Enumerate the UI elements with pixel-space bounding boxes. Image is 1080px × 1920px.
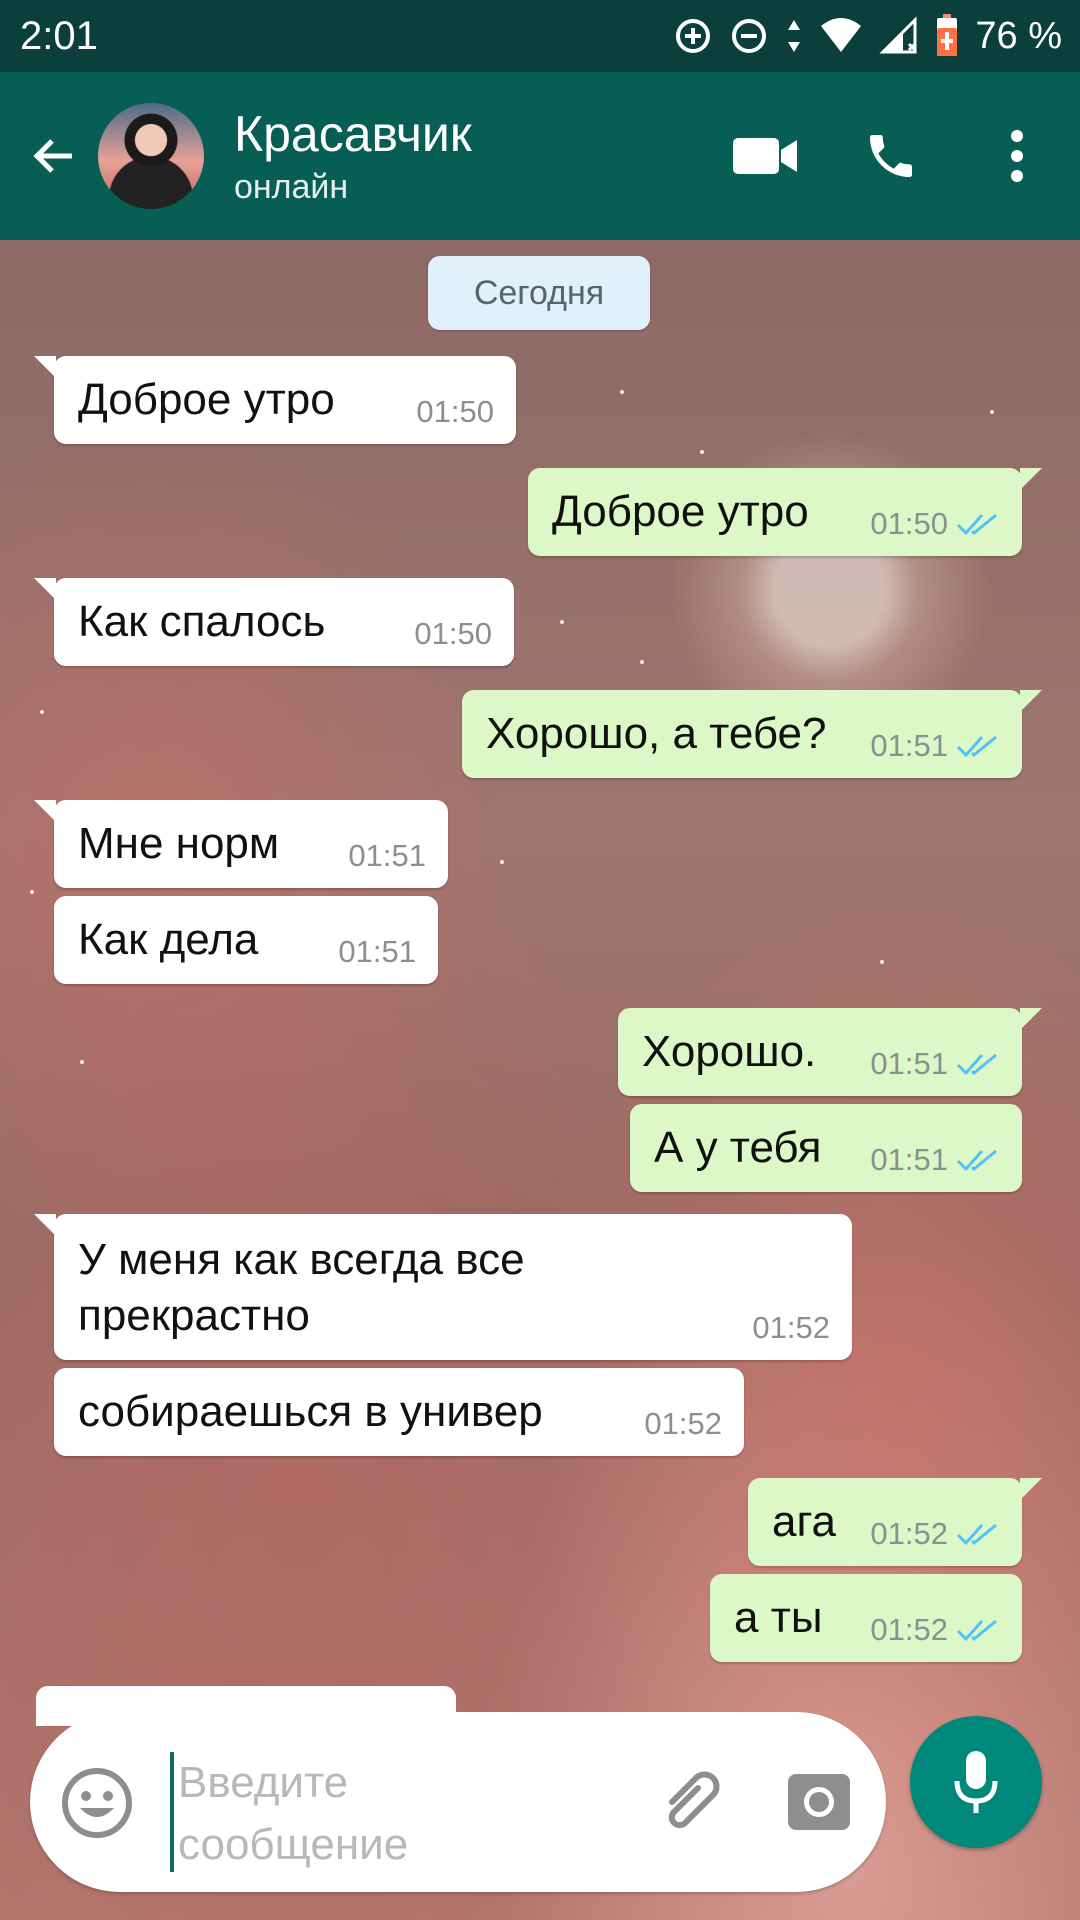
message-text: Доброе утро (78, 375, 335, 424)
message-text: Доброе утро (552, 487, 809, 536)
message-meta: 01:51 (870, 728, 1000, 764)
message-meta: 01:51 (870, 1046, 1000, 1082)
message-time: 01:51 (870, 728, 948, 763)
status-icons: 76 % (673, 14, 1062, 58)
more-vert-icon (1011, 130, 1023, 182)
message-input[interactable] (170, 1752, 510, 1872)
message-meta: 01:52 (644, 1406, 722, 1442)
message-text: Хорошо, а тебе? (486, 709, 827, 758)
message-text: У меня как всегда все прекрастно (78, 1235, 525, 1340)
message-incoming[interactable]: Доброе утро 01:50 (34, 356, 516, 444)
back-button[interactable] (8, 72, 98, 240)
message-time: 01:51 (870, 1046, 948, 1081)
contact-info[interactable]: Красавчик онлайн (234, 103, 472, 209)
wifi-icon (819, 16, 863, 56)
double-check-icon (956, 1619, 997, 1642)
message-text: а ты (734, 1593, 823, 1642)
camera-button[interactable] (784, 1766, 854, 1836)
double-check-icon (956, 513, 997, 536)
message-outgoing[interactable]: ага 01:52 (748, 1478, 1042, 1566)
chat-area[interactable]: Сегодня Доброе утро 01:50 Доброе утро 01… (0, 240, 1080, 1920)
message-time: 01:52 (870, 1612, 948, 1647)
message-incoming[interactable]: Как спалось 01:50 (34, 578, 514, 666)
message-incoming[interactable]: собираешься в универ 01:52 (54, 1368, 744, 1456)
message-outgoing[interactable]: а ты 01:52 (710, 1574, 1022, 1662)
battery-percent: 76 % (975, 14, 1062, 57)
message-time: 01:52 (644, 1406, 722, 1441)
double-check-icon (956, 735, 997, 758)
message-text: Как спалось (78, 597, 326, 646)
camera-icon (788, 1774, 850, 1830)
message-text: Как дела (78, 915, 259, 964)
message-incoming[interactable]: Мне норм 01:51 (34, 800, 448, 888)
battery-charging-icon (935, 14, 959, 58)
voice-call-button[interactable] (828, 72, 954, 240)
attach-button[interactable] (650, 1762, 730, 1842)
header-actions (702, 72, 1080, 240)
double-check-icon (956, 1149, 997, 1172)
message-time: 01:50 (870, 506, 948, 541)
status-bar: 2:01 76 % (0, 0, 1080, 72)
message-outgoing[interactable]: Хорошо, а тебе? 01:51 (462, 690, 1042, 778)
video-call-icon (733, 138, 797, 174)
message-text: собираешься в универ (78, 1387, 543, 1436)
message-meta: 01:50 (414, 616, 492, 652)
message-time: 01:51 (870, 1142, 948, 1177)
message-meta: 01:52 (870, 1516, 1000, 1552)
message-meta: 01:51 (348, 838, 426, 874)
message-time: 01:50 (414, 616, 492, 651)
contact-name: Красавчик (234, 106, 472, 162)
status-time: 2:01 (20, 13, 98, 58)
message-text: ага (772, 1497, 837, 1546)
avatar[interactable] (98, 103, 204, 209)
message-incoming[interactable]: Как дела 01:51 (54, 896, 438, 984)
voice-message-button[interactable] (910, 1716, 1042, 1848)
message-meta: 01:52 (752, 1310, 830, 1346)
message-outgoing[interactable]: Хорошо. 01:51 (618, 1008, 1042, 1096)
do-not-disturb-icon (729, 16, 769, 56)
message-meta: 01:50 (870, 506, 1000, 542)
message-outgoing[interactable]: Доброе утро 01:50 (528, 468, 1042, 556)
data-arrows-icon (785, 16, 803, 56)
message-text: Мне норм (78, 819, 280, 868)
message-incoming[interactable]: У меня как всегда все прекрастно 01:52 (34, 1214, 852, 1360)
phone-icon (870, 135, 912, 177)
double-check-icon (956, 1053, 997, 1076)
date-divider: Сегодня (428, 256, 650, 330)
message-time: 01:52 (870, 1516, 948, 1551)
more-options-button[interactable] (954, 72, 1080, 240)
emoji-icon (62, 1768, 132, 1838)
emoji-button[interactable] (60, 1766, 134, 1840)
microphone-icon (954, 1751, 998, 1813)
message-time: 01:51 (348, 838, 426, 873)
message-meta: 01:51 (870, 1142, 1000, 1178)
message-meta: 01:52 (870, 1612, 1000, 1648)
message-meta: 01:51 (338, 934, 416, 970)
message-meta: 01:50 (416, 394, 494, 430)
contact-status: онлайн (234, 168, 349, 206)
message-time: 01:51 (338, 934, 416, 969)
message-composer (30, 1712, 886, 1892)
message-time: 01:50 (416, 394, 494, 429)
signal-icon (879, 16, 919, 56)
video-call-button[interactable] (702, 72, 828, 240)
message-text: Хорошо. (642, 1027, 817, 1076)
data-saver-icon (673, 16, 713, 56)
message-text: А у тебя (654, 1123, 822, 1172)
chat-header: Красавчик онлайн (0, 72, 1080, 240)
message-time: 01:52 (752, 1310, 830, 1345)
paperclip-icon (668, 1771, 720, 1829)
back-arrow-icon (33, 139, 72, 173)
double-check-icon (956, 1523, 997, 1546)
message-outgoing[interactable]: А у тебя 01:51 (630, 1104, 1022, 1192)
